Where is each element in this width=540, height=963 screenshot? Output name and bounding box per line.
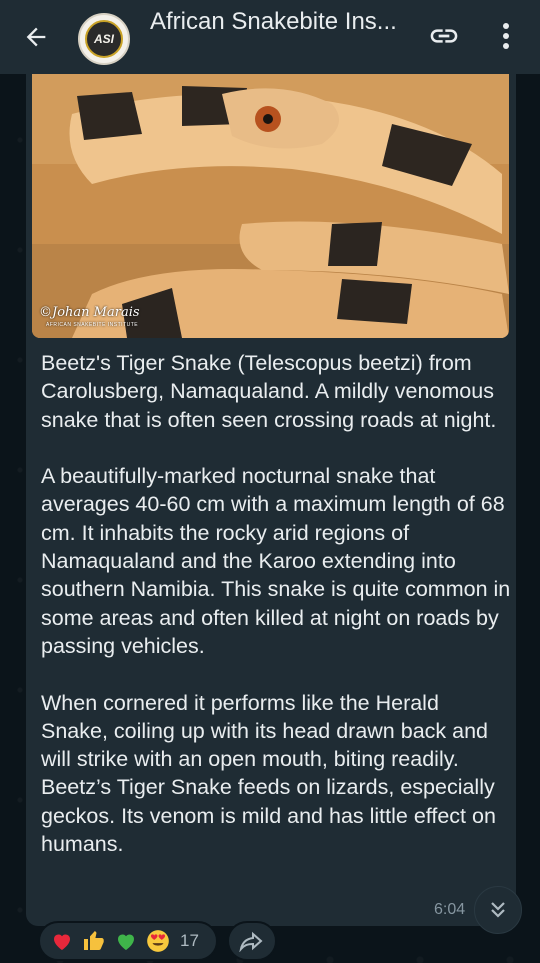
share-arrow-icon <box>239 931 263 952</box>
more-options-button[interactable] <box>488 16 524 56</box>
scroll-to-bottom-button[interactable] <box>474 886 522 934</box>
photo-watermark-org: AFRICAN SNAKEBITE INSTITUTE <box>46 322 139 328</box>
red-heart-icon <box>48 927 76 955</box>
back-button[interactable] <box>0 0 72 74</box>
thumbs-up-icon <box>80 927 108 955</box>
message-paragraph: A beautifully-marked nocturnal snake tha… <box>41 464 511 658</box>
kebab-menu-icon <box>503 23 509 49</box>
message-paragraph: When cornered it performs like the Heral… <box>41 690 496 857</box>
channel-title[interactable]: African Snakebite Ins... <box>150 8 420 36</box>
reactions-bar[interactable]: 17 <box>38 921 218 961</box>
heart-eyes-icon <box>144 927 172 955</box>
message-paragraph: Beetz's Tiger Snake (Telescopus beetzi) … <box>41 351 497 432</box>
message-text: Beetz's Tiger Snake (Telescopus beetzi) … <box>41 349 511 858</box>
message-timestamp: 6:04 <box>434 901 466 918</box>
double-chevron-down-icon <box>491 902 505 918</box>
message-photo[interactable]: ©Johan Marais AFRICAN SNAKEBITE INSTITUT… <box>32 74 509 338</box>
channel-avatar[interactable]: ASI <box>78 13 130 65</box>
snake-illustration <box>32 74 509 338</box>
photo-watermark-name: ©Johan Marais <box>39 305 140 320</box>
forward-button[interactable] <box>227 921 277 961</box>
link-icon <box>430 29 458 43</box>
green-heart-icon <box>112 927 140 955</box>
chat-header: ASI African Snakebite Ins... <box>0 0 540 74</box>
arrow-left-icon <box>26 27 46 47</box>
reaction-count: 17 <box>180 931 199 950</box>
avatar-logo: ASI <box>85 20 123 58</box>
link-button[interactable] <box>424 18 464 54</box>
